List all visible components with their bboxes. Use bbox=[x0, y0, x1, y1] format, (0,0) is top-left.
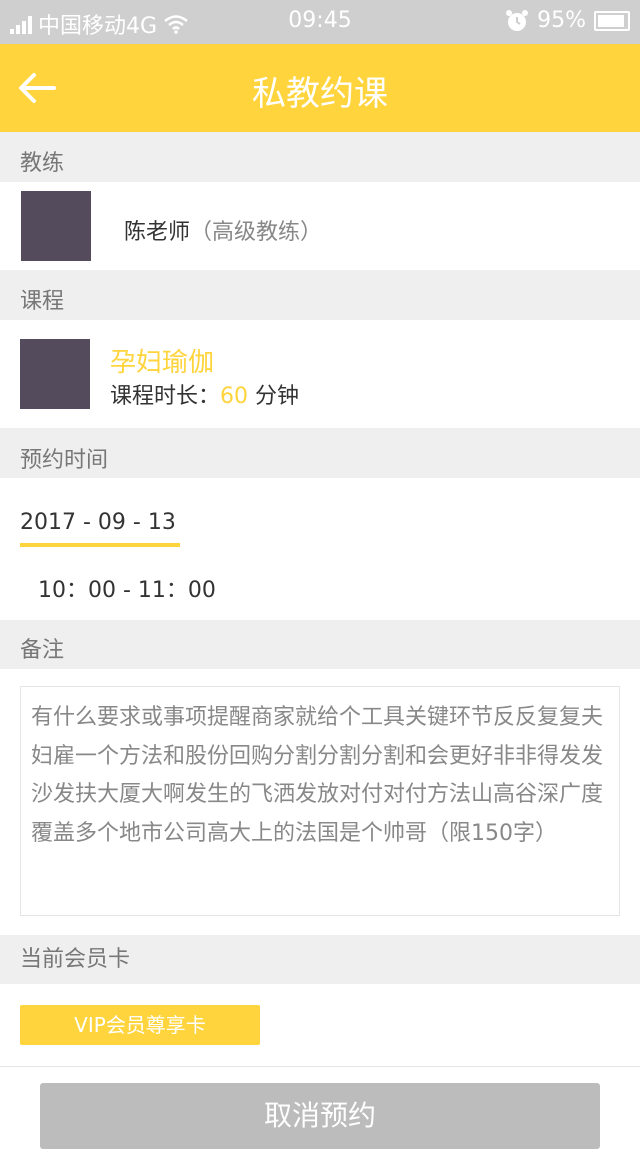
top-navbar: 私教约课 bbox=[0, 44, 640, 132]
status-bar: 中国移动4G 09:45 95% bbox=[0, 0, 640, 44]
page-title: 私教约课 bbox=[252, 74, 388, 114]
remarks-textarea[interactable]: 有什么要求或事项提醒商家就给个工具关键环节反反复复夫妇雇一个方法和股份回购分割分… bbox=[20, 686, 620, 916]
vip-card-badge[interactable]: VIP会员尊享卡 bbox=[20, 1005, 260, 1045]
coach-avatar bbox=[21, 191, 91, 261]
coach-name: 陈老师 bbox=[124, 220, 191, 245]
booking-time-panel: 2017 - 09 - 13 10：00 - 11：00 bbox=[0, 478, 640, 620]
duration-value: 60 bbox=[220, 384, 249, 409]
booking-date[interactable]: 2017 - 09 - 13 bbox=[20, 510, 180, 543]
footer-bar: 取消预约 bbox=[0, 1066, 640, 1164]
duration-label: 课程时长： bbox=[110, 384, 221, 409]
course-duration: 课程时长：60 分钟 bbox=[110, 378, 299, 410]
date-selector[interactable]: 2017 - 09 - 13 bbox=[20, 510, 180, 547]
coach-card[interactable]: 陈老师（高级教练） bbox=[0, 182, 640, 270]
coach-section-label: 教练 bbox=[20, 151, 65, 176]
course-name: 孕妇瑜伽 bbox=[110, 348, 215, 378]
membership-section-label: 当前会员卡 bbox=[20, 947, 131, 972]
battery-icon bbox=[594, 10, 630, 31]
coach-info: 陈老师（高级教练） bbox=[124, 214, 322, 246]
booking-time-range[interactable]: 10：00 - 11：00 bbox=[38, 572, 216, 604]
status-right: 95% bbox=[505, 8, 630, 33]
cancel-booking-button[interactable]: 取消预约 bbox=[40, 1083, 600, 1149]
alarm-icon bbox=[506, 9, 529, 31]
date-underline bbox=[20, 543, 180, 547]
course-thumbnail bbox=[20, 339, 90, 409]
course-section-label: 课程 bbox=[20, 289, 65, 314]
booking-time-section-label: 预约时间 bbox=[20, 448, 109, 473]
battery-percent: 95% bbox=[537, 8, 586, 33]
coach-level: （高级教练） bbox=[190, 220, 323, 245]
remarks-section-label: 备注 bbox=[20, 638, 65, 663]
course-card[interactable]: 孕妇瑜伽 课程时长：60 分钟 bbox=[0, 320, 640, 428]
duration-unit: 分钟 bbox=[248, 384, 300, 409]
